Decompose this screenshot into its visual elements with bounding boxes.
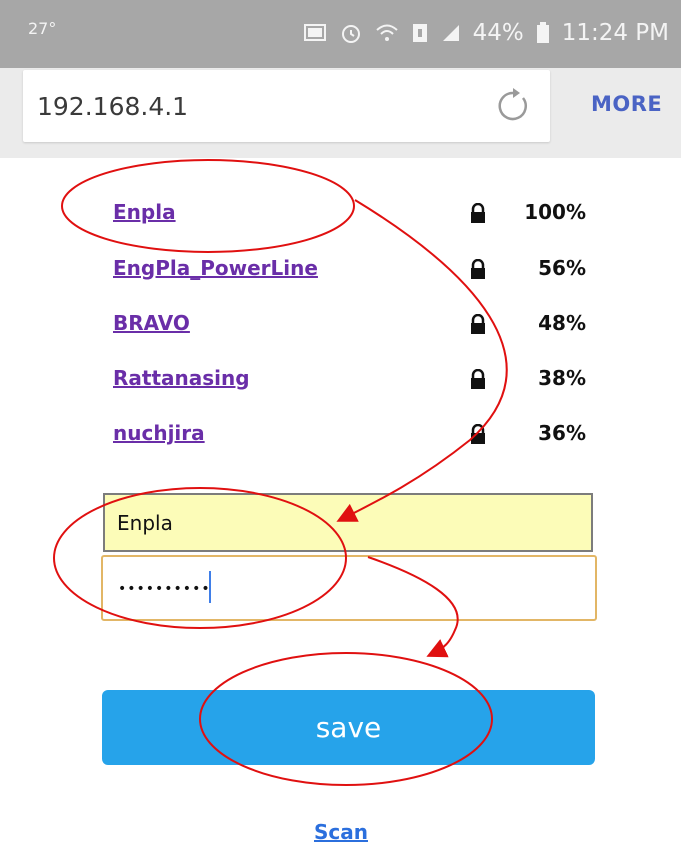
sim-icon [411, 22, 429, 44]
cast-icon [303, 23, 327, 43]
signal-strength: 56% [538, 256, 586, 280]
lock-icon [471, 369, 485, 389]
battery-percent: 44% [472, 20, 524, 46]
network-link[interactable]: EngPla_PowerLine [113, 256, 318, 280]
ssid-input[interactable] [103, 493, 593, 552]
network-link[interactable]: BRAVO [113, 311, 190, 335]
battery-icon [536, 22, 550, 44]
lock-icon [471, 203, 485, 223]
network-row: nuchjira 36% [0, 421, 681, 461]
url-text[interactable]: 192.168.4.1 [37, 92, 188, 121]
alarm-icon [339, 21, 363, 45]
network-row: Enpla 100% [0, 200, 681, 240]
network-row: EngPla_PowerLine 56% [0, 256, 681, 296]
status-icons: 44% 11:24 PM [303, 10, 669, 56]
signal-icon [441, 23, 461, 43]
lock-icon [471, 259, 485, 279]
scan-link[interactable]: Scan [314, 820, 368, 844]
clock: 11:24 PM [561, 20, 669, 46]
password-mask: •••••••••• [118, 581, 211, 597]
status-bar: 27° 44% 11:24 PM [0, 0, 681, 68]
address-bar[interactable]: 192.168.4.1 [23, 70, 550, 142]
lock-icon [471, 424, 485, 444]
reload-icon[interactable] [493, 86, 533, 126]
browser-toolbar: 192.168.4.1 [0, 68, 681, 158]
temperature-indicator: 27° [28, 19, 57, 38]
save-button[interactable]: save [102, 690, 595, 765]
network-row: BRAVO 48% [0, 311, 681, 351]
signal-strength: 38% [538, 366, 586, 390]
more-button[interactable]: MORE [591, 92, 662, 116]
lock-icon [471, 314, 485, 334]
signal-strength: 36% [538, 421, 586, 445]
signal-strength: 100% [524, 200, 586, 224]
text-cursor [209, 571, 211, 603]
signal-strength: 48% [538, 311, 586, 335]
network-link[interactable]: nuchjira [113, 421, 205, 445]
password-input[interactable]: •••••••••• [101, 555, 597, 621]
wifi-icon [375, 22, 399, 44]
network-row: Rattanasing 38% [0, 366, 681, 406]
network-link[interactable]: Rattanasing [113, 366, 250, 390]
network-link[interactable]: Enpla [113, 200, 176, 224]
annotation-arrow [336, 199, 508, 522]
